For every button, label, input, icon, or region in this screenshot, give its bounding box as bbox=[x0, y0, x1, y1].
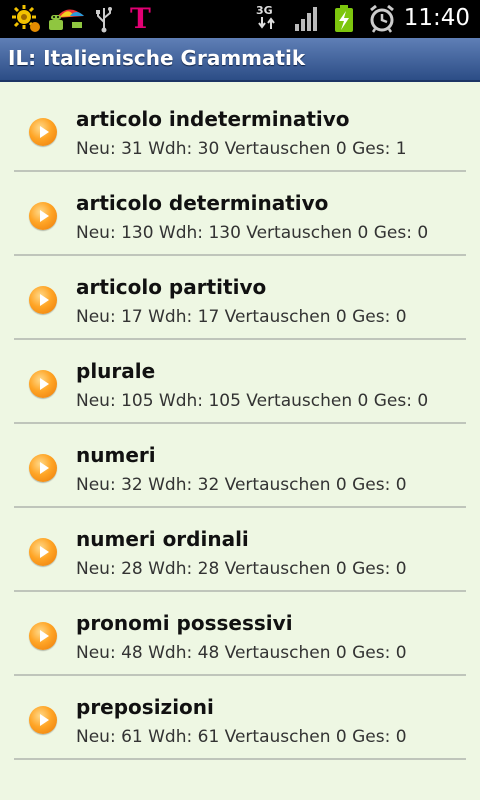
lesson-list-item[interactable]: pronomi possessivi Neu: 48 Wdh: 48 Verta… bbox=[0, 592, 480, 676]
lesson-list-item[interactable]: articolo determinativo Neu: 130 Wdh: 130… bbox=[0, 172, 480, 256]
signal-bars-icon bbox=[294, 6, 320, 36]
lesson-title: numeri bbox=[76, 443, 156, 467]
lesson-stats: Neu: 28 Wdh: 28 Vertauschen 0 Ges: 0 bbox=[76, 559, 407, 579]
alarm-clock-icon bbox=[368, 4, 396, 38]
lesson-list-item[interactable]: articolo partitivo Neu: 17 Wdh: 17 Verta… bbox=[0, 256, 480, 340]
lesson-stats: Neu: 105 Wdh: 105 Vertauschen 0 Ges: 0 bbox=[76, 391, 429, 411]
lesson-stats: Neu: 32 Wdh: 32 Vertauschen 0 Ges: 0 bbox=[76, 475, 407, 495]
list-divider bbox=[14, 758, 466, 760]
lesson-stats: Neu: 31 Wdh: 30 Vertauschen 0 Ges: 1 bbox=[76, 139, 407, 159]
play-icon[interactable] bbox=[29, 454, 57, 482]
usb-icon bbox=[94, 4, 114, 38]
lesson-list-item[interactable]: numeri Neu: 32 Wdh: 32 Vertauschen 0 Ges… bbox=[0, 424, 480, 508]
lesson-list-item[interactable]: numeri ordinali Neu: 28 Wdh: 28 Vertausc… bbox=[0, 508, 480, 592]
clock-time: 11:40 bbox=[403, 5, 470, 31]
play-icon[interactable] bbox=[29, 118, 57, 146]
lesson-list-item[interactable]: articolo indeterminativo Neu: 31 Wdh: 30… bbox=[0, 88, 480, 172]
title-bar: IL: Italienische Grammatik bbox=[0, 38, 480, 82]
play-icon[interactable] bbox=[29, 538, 57, 566]
lesson-stats: Neu: 48 Wdh: 48 Vertauschen 0 Ges: 0 bbox=[76, 643, 407, 663]
play-icon[interactable] bbox=[29, 706, 57, 734]
lesson-list: articolo indeterminativo Neu: 31 Wdh: 30… bbox=[0, 88, 480, 760]
lesson-stats: Neu: 130 Wdh: 130 Vertauschen 0 Ges: 0 bbox=[76, 223, 429, 243]
lesson-title: articolo indeterminativo bbox=[76, 107, 350, 131]
play-icon[interactable] bbox=[29, 370, 57, 398]
3g-icon: 3G bbox=[256, 5, 278, 32]
lesson-title: numeri ordinali bbox=[76, 527, 249, 551]
lesson-stats: Neu: 17 Wdh: 17 Vertauschen 0 Ges: 0 bbox=[76, 307, 407, 327]
play-icon[interactable] bbox=[29, 622, 57, 650]
lesson-title: articolo partitivo bbox=[76, 275, 267, 299]
status-bar: T 3G 11:40 bbox=[0, 0, 480, 38]
network-type-label: 3G bbox=[256, 4, 273, 17]
play-icon[interactable] bbox=[29, 202, 57, 230]
sun-settings-icon bbox=[10, 4, 42, 38]
lesson-title: plurale bbox=[76, 359, 156, 383]
battery-charging-icon bbox=[332, 4, 356, 38]
lesson-title: articolo determinativo bbox=[76, 191, 329, 215]
android-umbrella-icon bbox=[46, 4, 86, 38]
lesson-title: pronomi possessivi bbox=[76, 611, 293, 635]
play-icon[interactable] bbox=[29, 286, 57, 314]
page-title: IL: Italienische Grammatik bbox=[8, 46, 306, 70]
lesson-list-item[interactable]: preposizioni Neu: 61 Wdh: 61 Vertauschen… bbox=[0, 676, 480, 760]
lesson-stats: Neu: 61 Wdh: 61 Vertauschen 0 Ges: 0 bbox=[76, 727, 407, 747]
lesson-title: preposizioni bbox=[76, 695, 214, 719]
telekom-t-icon: T bbox=[130, 2, 151, 35]
lesson-list-item[interactable]: plurale Neu: 105 Wdh: 105 Vertauschen 0 … bbox=[0, 340, 480, 424]
